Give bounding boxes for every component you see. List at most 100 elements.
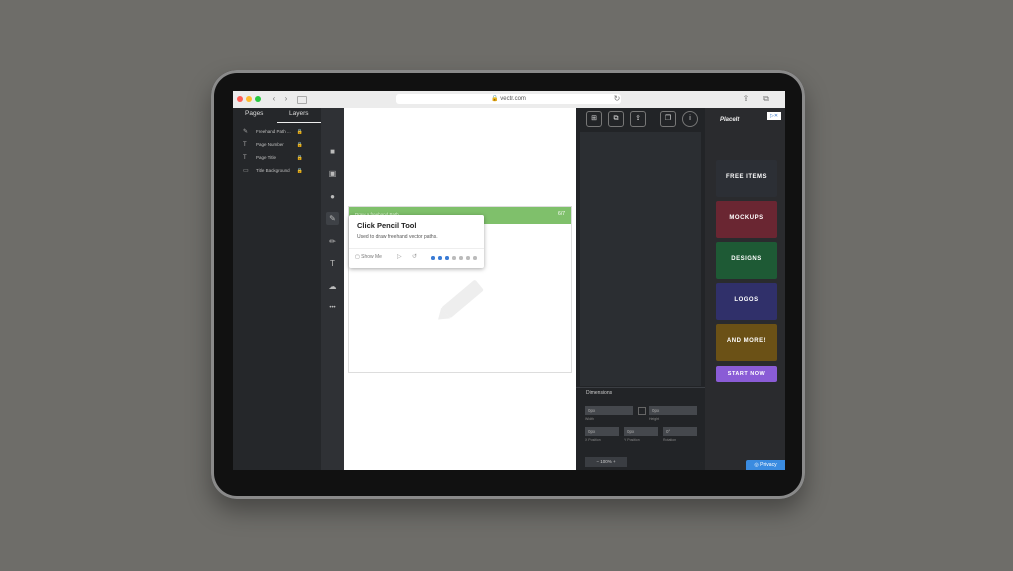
progress-dot-done xyxy=(438,256,442,260)
properties-area xyxy=(580,132,701,386)
ad-tile-label: LOGOS xyxy=(734,297,759,303)
lock-icon[interactable]: 🔒 xyxy=(297,127,303,137)
tab-layers[interactable]: Layers xyxy=(289,110,309,117)
reload-icon[interactable]: ↻ xyxy=(612,94,622,104)
rectangle-tool-icon[interactable]: ■ xyxy=(326,145,339,158)
ellipse-tool-icon[interactable]: ● xyxy=(326,190,339,203)
height-caption: Height xyxy=(649,417,660,421)
ad-tile-label: DESIGNS xyxy=(731,256,762,262)
layer-label: Freehand Path ... xyxy=(256,129,291,134)
info-icon[interactable]: i xyxy=(682,111,698,127)
tablet-screen: ‹ › 🔒 vectr.com ↻ ⇪ ⧉ Pages Layers ✎ Fre… xyxy=(233,91,785,470)
ad-tile[interactable]: MOCKUPS xyxy=(716,201,777,238)
lock-icon[interactable]: 🔒 xyxy=(297,153,303,163)
sidebar-toggle-icon[interactable] xyxy=(297,96,307,104)
text-icon: T xyxy=(243,142,247,148)
duplicate-icon[interactable]: ⧉ xyxy=(608,111,624,127)
layer-label: Title Background xyxy=(256,168,290,173)
comment-icon: ▢ xyxy=(355,254,360,260)
lock-icon: 🔒 xyxy=(491,96,499,102)
address-bar[interactable]: 🔒 vectr.com xyxy=(396,94,621,104)
layer-item[interactable]: T Page Number 🔒 xyxy=(243,140,317,150)
more-tools-icon[interactable]: ••• xyxy=(326,302,339,315)
height-field[interactable]: 0px xyxy=(649,406,697,415)
text-icon: T xyxy=(243,155,247,161)
zoom-in-icon[interactable]: + xyxy=(613,459,616,464)
copy-icon[interactable]: ❐ xyxy=(660,111,676,127)
rotation-caption: Rotation xyxy=(663,438,677,442)
layer-label: Page Title xyxy=(256,155,277,160)
divider xyxy=(576,387,705,388)
tab-pages[interactable]: Pages xyxy=(245,110,263,117)
path-icon: ✎ xyxy=(243,129,249,135)
x-position-field[interactable]: 0px xyxy=(585,427,619,436)
y-position-caption: Y Position xyxy=(624,438,640,442)
y-position-field[interactable]: 0px xyxy=(624,427,658,436)
progress-dot xyxy=(459,256,463,260)
ad-tile-label: AND MORE! xyxy=(726,338,767,344)
start-now-button[interactable]: START NOW xyxy=(716,366,777,382)
align-icon[interactable]: ⊞ xyxy=(586,111,602,127)
drawing-canvas[interactable]: Draw a freehand Path 6/7 xyxy=(344,108,576,470)
ad-tile[interactable]: FREE ITEMS xyxy=(716,160,777,197)
privacy-label: Privacy xyxy=(760,462,777,468)
ad-tile[interactable]: DESIGNS xyxy=(716,242,777,279)
layer-label: Page Number xyxy=(256,142,284,147)
close-window-dot[interactable] xyxy=(237,96,243,102)
layer-item[interactable]: ✎ Freehand Path ... 🔒 xyxy=(243,127,317,137)
tooltip-description: Used to draw freehand vector paths. xyxy=(357,234,438,240)
layer-item[interactable]: ▭ Title Background 🔒 xyxy=(243,166,317,176)
active-tab-indicator xyxy=(277,122,321,123)
url-text: vectr.com xyxy=(500,96,526,102)
minimize-window-dot[interactable] xyxy=(246,96,252,102)
panel-tabs: Pages Layers xyxy=(233,108,321,124)
progress-dot-done xyxy=(431,256,435,260)
zoom-level: 100% xyxy=(600,459,612,464)
browser-toolbar: ‹ › 🔒 vectr.com ↻ ⇪ ⧉ xyxy=(233,91,785,109)
ad-tile[interactable]: AND MORE! xyxy=(716,324,777,361)
rounded-rect-tool-icon[interactable]: ▣ xyxy=(326,167,339,180)
inspector-panel: ⊞ ⧉ ⇪ ❐ i Dimensions 0px Width 0px Heigh… xyxy=(576,108,705,470)
x-position-caption: X Position xyxy=(585,438,601,442)
tool-column: ■ ▣ ● ✎ ✏ T ☁ ••• xyxy=(321,108,344,470)
replay-icon[interactable]: ↺ xyxy=(412,253,417,260)
ad-logo[interactable]: PlaceIt xyxy=(720,117,739,123)
pen-tool-icon[interactable]: ✎ xyxy=(326,212,339,225)
aspect-lock-icon[interactable] xyxy=(638,407,646,415)
ad-tile[interactable]: LOGOS xyxy=(716,283,777,320)
progress-dot-done xyxy=(445,256,449,260)
rotation-field[interactable]: 0° xyxy=(663,427,697,436)
progress-dot xyxy=(473,256,477,260)
text-tool-icon[interactable]: T xyxy=(326,257,339,270)
play-icon[interactable]: ▷ xyxy=(397,253,402,260)
pencil-tool-icon[interactable]: ✏ xyxy=(326,235,339,248)
export-icon[interactable]: ⇪ xyxy=(630,111,646,127)
progress-dot xyxy=(452,256,456,260)
rect-icon: ▭ xyxy=(243,168,249,174)
lock-icon[interactable]: 🔒 xyxy=(297,166,303,176)
import-tool-icon[interactable]: ☁ xyxy=(326,280,339,293)
tutorial-step-count: 6/7 xyxy=(558,211,565,217)
tabs-icon[interactable]: ⧉ xyxy=(761,94,771,104)
share-icon[interactable]: ⇪ xyxy=(741,94,751,104)
layer-item[interactable]: T Page Title 🔒 xyxy=(243,153,317,163)
ad-choices-icon[interactable]: ▷✕ xyxy=(767,112,781,120)
show-me-button[interactable]: ▢ Show Me xyxy=(355,254,382,260)
ad-tile-label: MOCKUPS xyxy=(729,215,764,221)
ad-column: PlaceIt ▷✕ FREE ITEMS MOCKUPS DESIGNS LO… xyxy=(705,108,785,470)
zoom-out-icon[interactable]: − xyxy=(596,459,599,464)
ad-tile-label: FREE ITEMS xyxy=(725,174,767,180)
zoom-control[interactable]: − 100% + xyxy=(585,457,627,467)
progress-dot xyxy=(466,256,470,260)
zoom-window-dot[interactable] xyxy=(255,96,261,102)
width-field[interactable]: 0px xyxy=(585,406,633,415)
onboarding-tooltip: Click Pencil Tool Used to draw freehand … xyxy=(349,215,484,268)
tooltip-divider xyxy=(349,248,484,249)
width-caption: Width xyxy=(585,417,594,421)
shield-icon: ◎ xyxy=(754,462,759,468)
forward-icon[interactable]: › xyxy=(281,94,291,104)
back-icon[interactable]: ‹ xyxy=(269,94,279,104)
tooltip-title: Click Pencil Tool xyxy=(357,221,417,230)
lock-icon[interactable]: 🔒 xyxy=(297,140,303,150)
privacy-button[interactable]: ◎ Privacy xyxy=(746,460,785,470)
